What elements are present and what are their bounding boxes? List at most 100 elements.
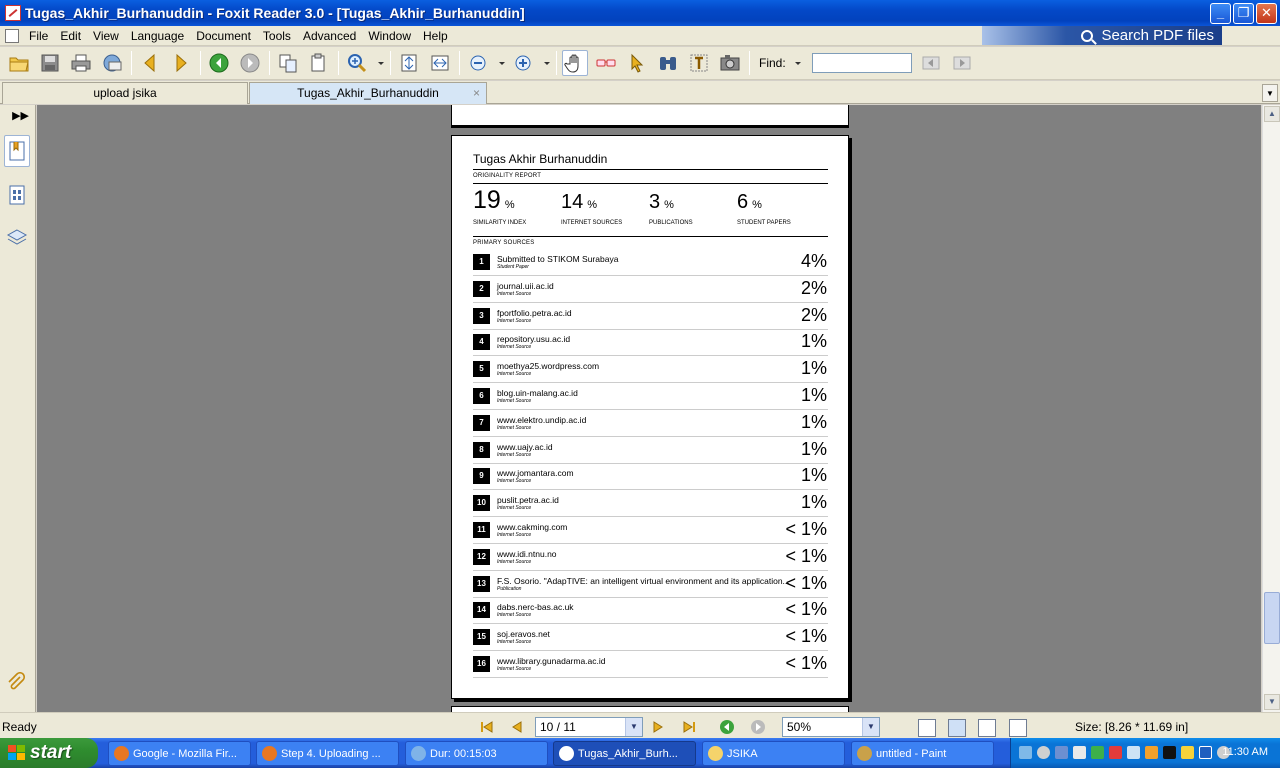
hand-tool-icon[interactable] [562,50,588,76]
reading-glasses-icon[interactable] [593,50,619,76]
scroll-up-icon[interactable]: ▲ [1264,106,1280,122]
snapshot-camera-icon[interactable] [717,50,743,76]
forward-view-icon[interactable] [749,718,767,736]
page-thumbnails-icon[interactable] [4,179,30,211]
taskbar-button[interactable]: JSIKA [702,741,845,766]
tab-tugas-akhir[interactable]: Tugas_Akhir_Burhanuddin × [249,82,487,104]
layers-icon[interactable] [4,222,30,254]
continuous-view-icon[interactable] [948,719,966,737]
expand-panel-icon[interactable]: ▶▶ [12,109,29,122]
zoom-dropdown-icon[interactable] [375,50,387,76]
tray-app-icon[interactable] [1127,746,1140,759]
scroll-down-icon[interactable]: ▼ [1264,694,1280,710]
close-button[interactable]: ✕ [1256,3,1277,24]
find-options-dropdown-icon[interactable] [792,50,804,76]
tab-list-dropdown-icon[interactable]: ▼ [1262,84,1278,102]
previous-page-icon[interactable] [137,50,163,76]
find-next-icon[interactable] [949,50,975,76]
source-type: Internet Source [497,398,532,404]
source-number: 9 [473,468,490,485]
first-page-icon[interactable] [478,718,496,736]
tab-upload-jsika[interactable]: upload jsika [2,82,248,104]
back-view-icon[interactable] [718,718,736,736]
source-type: Internet Source [497,371,532,378]
binoculars-icon[interactable] [655,50,681,76]
tray-app-icon[interactable] [1037,746,1050,759]
page-number-field[interactable]: 10 / 11 ▼ [535,717,643,737]
menu-language[interactable]: Language [125,26,190,46]
taskbar-button[interactable]: untitled - Paint [851,741,994,766]
menu-view[interactable]: View [87,26,125,46]
zoom-level-dropdown-icon[interactable]: ▼ [862,718,879,736]
zoom-out-icon[interactable] [465,50,491,76]
fit-page-icon[interactable] [396,50,422,76]
scroll-thumb[interactable] [1264,592,1280,644]
go-forward-icon[interactable] [237,50,263,76]
source-number: 10 [473,495,490,512]
zoom-plus-icon[interactable] [510,50,536,76]
menu-edit[interactable]: Edit [54,26,87,46]
taskbar-button[interactable]: Tugas_Akhir_Burh... [553,741,696,766]
menu-file[interactable]: File [23,26,54,46]
document-view[interactable]: Tugas Akhir Burhanuddin ORIGINALITY REPO… [37,105,1261,712]
start-button[interactable]: start [0,738,98,768]
network-icon[interactable] [1019,746,1032,759]
email-web-icon[interactable] [99,50,125,76]
taskbar-button[interactable]: Dur: 00:15:03 [405,741,548,766]
menu-tools[interactable]: Tools [257,26,297,46]
copy-page-icon[interactable] [275,50,301,76]
zoom-plus-dropdown-icon[interactable] [541,50,553,76]
select-cursor-icon[interactable] [624,50,650,76]
single-page-view-icon[interactable] [918,719,936,737]
bookmarks-icon[interactable] [4,135,30,167]
tray-app-icon[interactable] [1199,746,1212,759]
tray-app-icon[interactable] [1163,746,1176,759]
zoom-out-dropdown-icon[interactable] [496,50,508,76]
taskbar-button-label: Step 4. Uploading ... [281,747,381,760]
source-name: moethya25.wordpress.com [497,361,600,372]
prev-page-icon[interactable] [508,718,526,736]
source-type: Student Paper [497,264,529,270]
tray-app-icon[interactable] [1181,746,1194,759]
taskbar-button[interactable]: Step 4. Uploading ... [256,741,399,766]
restore-button[interactable]: ❐ [1233,3,1254,24]
save-icon[interactable] [37,50,63,76]
last-page-icon[interactable] [680,718,698,736]
text-select-icon[interactable] [686,50,712,76]
next-page-icon[interactable] [168,50,194,76]
go-back-icon[interactable] [206,50,232,76]
menu-window[interactable]: Window [362,26,417,46]
pdf-app-icon[interactable] [5,5,21,21]
find-input[interactable] [811,53,912,73]
print-icon[interactable] [68,50,94,76]
zoom-in-icon[interactable] [344,50,370,76]
find-previous-icon[interactable] [918,50,944,76]
document-menu-icon[interactable] [5,28,19,43]
antivirus-icon[interactable] [1109,746,1122,759]
minimize-button[interactable]: _ [1210,3,1231,24]
continuous-facing-view-icon[interactable] [1009,719,1027,737]
page-dropdown-icon[interactable]: ▼ [625,718,642,736]
publications-value: 3% [649,191,674,213]
tab-close-icon[interactable]: × [473,83,480,104]
zoom-level-field[interactable]: 50% ▼ [782,717,880,737]
source-percentage: 4% [800,251,827,271]
taskbar-button[interactable]: Google - Mozilla Fir... [108,741,251,766]
fit-width-icon[interactable] [427,50,453,76]
menu-advanced[interactable]: Advanced [297,26,362,46]
menu-document[interactable]: Document [190,26,257,46]
paste-page-icon[interactable] [306,50,332,76]
volume-icon[interactable] [1145,746,1158,759]
next-page-status-icon[interactable] [649,718,667,736]
attachments-paperclip-icon[interactable] [4,667,30,699]
tray-app-icon[interactable] [1055,746,1068,759]
source-number: 14 [473,602,490,619]
tray-app-icon[interactable] [1091,746,1104,759]
open-folder-icon[interactable] [6,50,32,76]
menu-help[interactable]: Help [417,26,454,46]
search-pdf-banner[interactable]: Search PDF files [982,26,1222,45]
facing-view-icon[interactable] [978,719,996,737]
vertical-scrollbar[interactable]: ▲ ▼ [1262,105,1280,712]
tray-app-icon[interactable] [1073,746,1086,759]
source-type: Internet Source [497,478,532,485]
